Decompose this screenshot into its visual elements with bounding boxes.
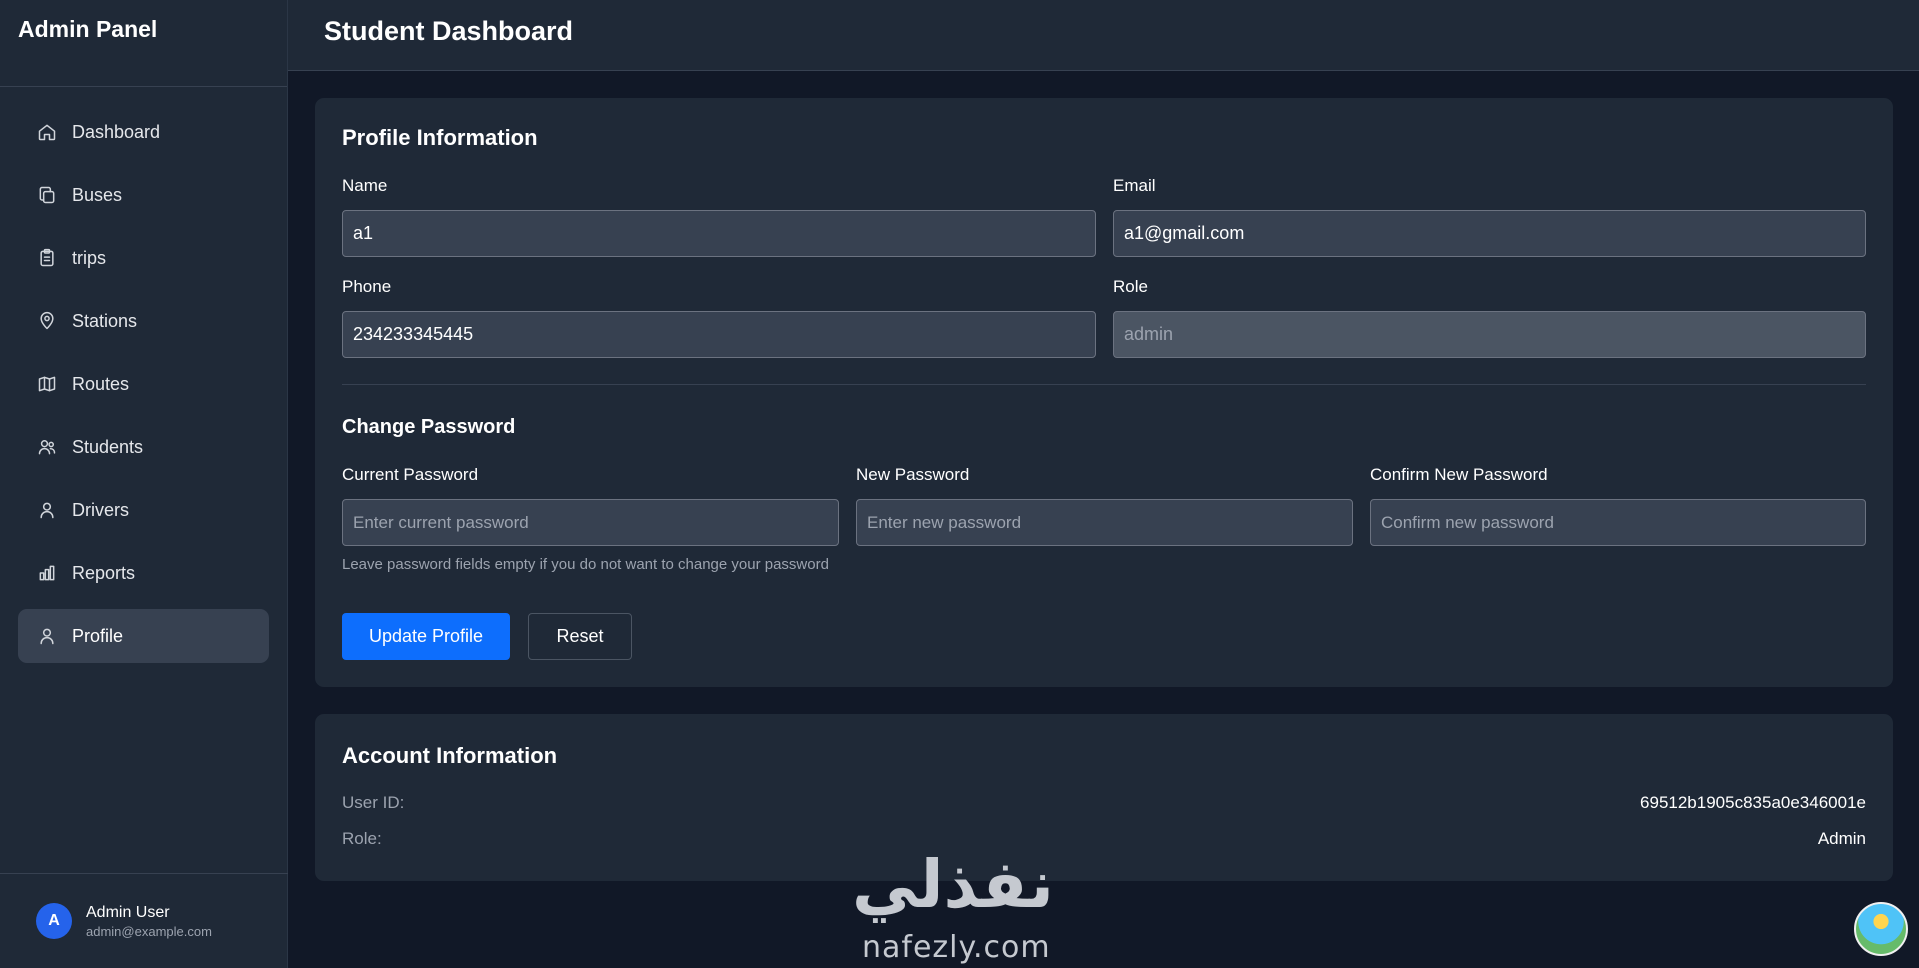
email-label: Email: [1113, 176, 1156, 195]
sidebar-item-label: Profile: [72, 625, 124, 646]
sidebar-item-label: trips: [72, 247, 107, 268]
page-header: Student Dashboard: [288, 0, 1919, 71]
confirm-password-label: Confirm New Password: [1370, 465, 1548, 484]
bar-chart-icon: [36, 562, 58, 584]
current-user[interactable]: A Admin User admin@example.com: [0, 873, 288, 968]
sidebar-item-stations[interactable]: Stations: [18, 294, 269, 348]
new-password-input[interactable]: Enter new password: [856, 499, 1353, 546]
current-password-input[interactable]: Enter current password: [342, 499, 839, 546]
role-input: admin: [1113, 311, 1866, 358]
watermark-arabic: نفذلي: [852, 846, 1054, 923]
phone-input[interactable]: 234233345445: [342, 311, 1096, 358]
name-label: Name: [342, 176, 388, 195]
sidebar-item-dashboard[interactable]: Dashboard: [18, 105, 269, 159]
avatar: A: [36, 903, 72, 939]
password-hint: Leave password fields empty if you do no…: [342, 556, 829, 573]
page-title: Student Dashboard: [324, 16, 574, 46]
sidebar: Admin Panel Dashboard Buses trips Statio…: [0, 0, 288, 968]
email-input[interactable]: a1@gmail.com: [1113, 210, 1866, 257]
users-icon: [36, 436, 58, 458]
map-icon: [36, 373, 58, 395]
sidebar-item-label: Dashboard: [72, 121, 161, 142]
section-divider: [342, 384, 1866, 385]
user-icon: [36, 499, 58, 521]
sidebar-item-routes[interactable]: Routes: [18, 357, 269, 411]
clipboard-icon: [36, 247, 58, 269]
change-password-title: Change Password: [342, 416, 516, 438]
update-profile-button[interactable]: Update Profile: [342, 613, 510, 660]
sidebar-item-label: Reports: [72, 562, 136, 583]
new-password-label: New Password: [856, 465, 970, 484]
sidebar-item-profile[interactable]: Profile: [18, 609, 269, 663]
sidebar-item-label: Routes: [72, 373, 130, 394]
name-input[interactable]: a1: [342, 210, 1096, 257]
sidebar-item-students[interactable]: Students: [18, 420, 269, 474]
sidebar-item-label: Students: [72, 436, 144, 457]
sidebar-item-label: Buses: [72, 184, 123, 205]
watermark-logo-icon: [1854, 902, 1908, 956]
sidebar-item-trips[interactable]: trips: [18, 231, 269, 285]
account-card: Account Information User ID: 69512b1905c…: [315, 714, 1893, 881]
map-pin-icon: [36, 310, 58, 332]
profile-section-title: Profile Information: [342, 125, 538, 150]
sidebar-item-reports[interactable]: Reports: [18, 546, 269, 600]
confirm-password-input[interactable]: Confirm new password: [1370, 499, 1866, 546]
sidebar-item-label: Stations: [72, 310, 138, 331]
user-info: Admin User admin@example.com: [86, 904, 212, 939]
copy-icon: [36, 184, 58, 206]
reset-button[interactable]: Reset: [528, 613, 632, 660]
home-icon: [36, 121, 58, 143]
brand-title: Admin Panel: [0, 0, 287, 87]
user-name: Admin User: [86, 903, 170, 921]
user-id-value: 69512b1905c835a0e346001e: [1640, 793, 1866, 812]
current-password-label: Current Password: [342, 465, 479, 484]
sidebar-nav: Dashboard Buses trips Stations Routes St…: [0, 87, 287, 663]
watermark-latin: nafezly.com: [862, 930, 1051, 965]
role-label: Role: [1113, 277, 1148, 296]
phone-label: Phone: [342, 277, 392, 296]
account-role-value: Admin: [1817, 829, 1866, 848]
sidebar-item-label: Drivers: [72, 499, 129, 520]
account-role-label: Role:: [342, 829, 382, 848]
sidebar-item-buses[interactable]: Buses: [18, 168, 269, 222]
user-icon: [36, 625, 58, 647]
user-id-label: User ID:: [342, 793, 405, 812]
account-section-title: Account Information: [342, 743, 558, 768]
sidebar-item-drivers[interactable]: Drivers: [18, 483, 269, 537]
user-email: admin@example.com: [86, 923, 212, 939]
profile-card: Profile Information Name a1 Email a1@gma…: [315, 98, 1893, 687]
